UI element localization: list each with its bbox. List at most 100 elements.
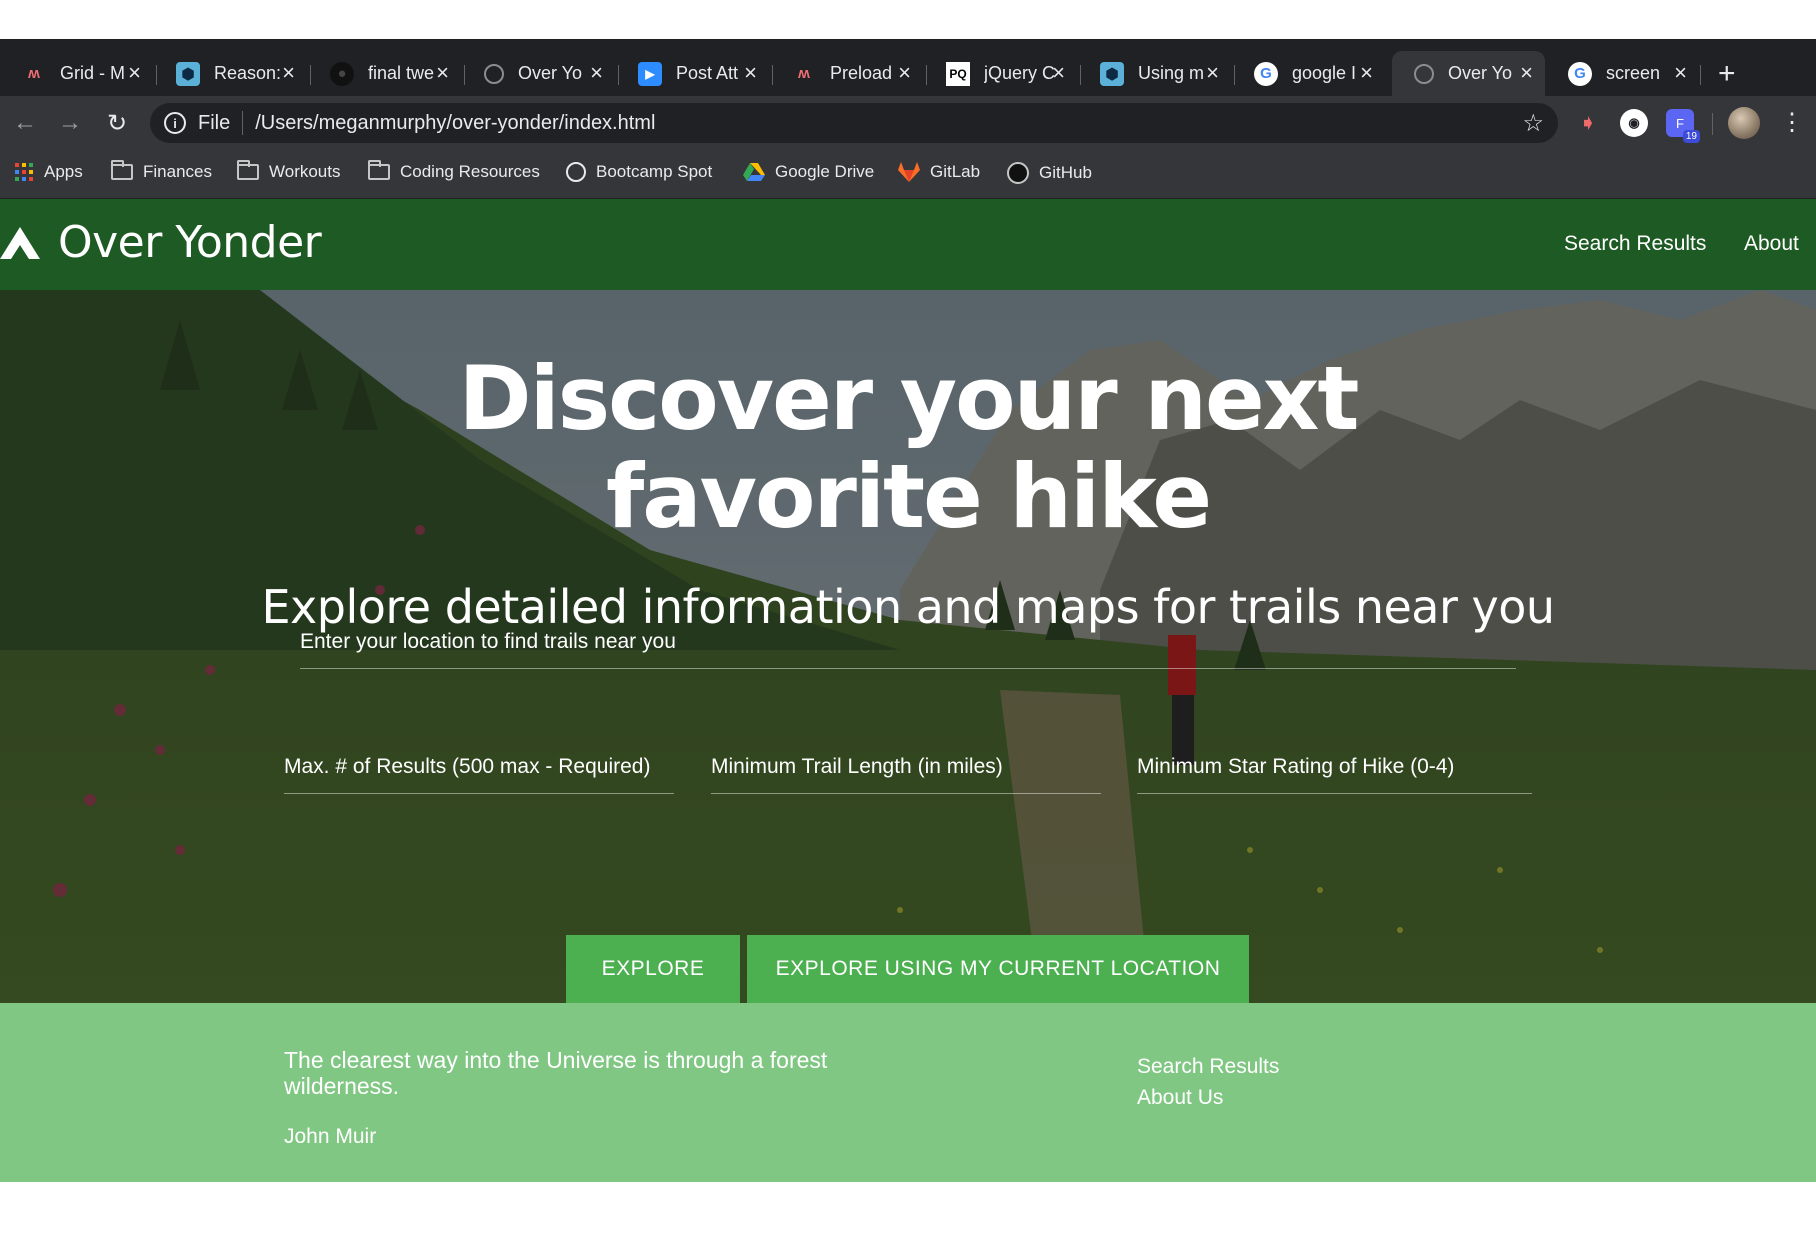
site-navbar: Over Yonder Search Results About <box>0 199 1816 290</box>
tab[interactable]: ● final twe × <box>308 51 461 96</box>
footer-quote-author: John Muir <box>284 1125 377 1148</box>
tab[interactable]: ▶ Post Att × <box>616 51 769 96</box>
web-page: Over Yonder Search Results About Discove… <box>0 199 1816 1182</box>
globe-icon <box>566 162 586 182</box>
new-tab-icon[interactable]: + <box>1718 56 1736 92</box>
info-icon[interactable]: i <box>164 112 186 134</box>
close-icon[interactable]: × <box>436 61 449 85</box>
min-rating-input[interactable]: Minimum Star Rating of Hike (0-4) <box>1137 755 1532 794</box>
hero-title: Discover your next favorite hike <box>458 347 1360 548</box>
github-icon: ● <box>330 61 354 86</box>
site-footer: The clearest way into the Universe is th… <box>0 1003 1816 1182</box>
footer-link-about-us[interactable]: About Us <box>1137 1086 1223 1110</box>
tab-active[interactable]: Over Yo × <box>1392 51 1545 96</box>
explore-current-location-button[interactable]: EXPLORE USING MY CURRENT LOCATION <box>747 935 1249 1003</box>
tab[interactable]: ʍ Grid - M × <box>0 51 153 96</box>
tab[interactable]: PQ jQuery C × <box>924 51 1077 96</box>
max-results-label: Max. # of Results (500 max - Required) <box>284 755 651 778</box>
bootcamp-icon: ⬢ <box>1100 61 1124 86</box>
tab[interactable]: G screen × <box>1546 51 1699 96</box>
address-bar[interactable]: i File /Users/meganmurphy/over-yonder/in… <box>150 103 1558 143</box>
bookmark-label: GitHub <box>1039 163 1092 182</box>
tab[interactable]: ⬢ Reason: × <box>154 51 307 96</box>
bookmark-apps[interactable]: Apps <box>14 162 83 182</box>
min-rating-label: Minimum Star Rating of Hike (0-4) <box>1137 755 1455 778</box>
close-icon[interactable]: × <box>1206 61 1219 85</box>
browser-toolbar: ← → ↻ i File /Users/meganmurphy/over-yon… <box>0 96 1816 150</box>
nav-about[interactable]: About <box>1744 232 1799 256</box>
toolbar-divider <box>1712 113 1713 135</box>
nav-search-results[interactable]: Search Results <box>1564 232 1706 256</box>
tab-title: jQuery C <box>984 63 1054 83</box>
bookmark-github[interactable]: GitHub <box>1007 162 1092 184</box>
extension-count-badge: 19 <box>1682 130 1700 143</box>
materialize-icon: ʍ <box>798 65 810 82</box>
footer-link-search-results[interactable]: Search Results <box>1137 1055 1279 1079</box>
folder-icon <box>368 160 390 180</box>
screencast-extension-icon[interactable]: ➧ <box>1574 109 1602 137</box>
mountain-icon <box>0 226 40 259</box>
address-url[interactable]: /Users/meganmurphy/over-yonder/index.htm… <box>255 112 655 135</box>
bookmarks-bar: Apps Finances Workouts Coding Resources … <box>0 150 1816 199</box>
reload-icon[interactable]: ↻ <box>100 106 134 140</box>
bookmark-gitlab[interactable]: GitLab <box>898 162 980 182</box>
materialize-icon: ʍ <box>28 65 40 82</box>
google-icon: G <box>1568 61 1592 86</box>
hero-subtitle: Explore detailed information and maps fo… <box>261 580 1555 634</box>
close-icon[interactable]: × <box>590 61 603 85</box>
min-length-input[interactable]: Minimum Trail Length (in miles) <box>711 755 1101 794</box>
bookmark-label: Apps <box>44 162 83 181</box>
max-results-input[interactable]: Max. # of Results (500 max - Required) <box>284 755 674 794</box>
extension-circle-icon[interactable]: ◉ <box>1620 109 1648 137</box>
close-icon[interactable]: × <box>128 61 141 85</box>
close-icon[interactable]: × <box>1674 61 1687 85</box>
bookmark-label: Google Drive <box>775 162 875 181</box>
close-icon[interactable]: × <box>744 61 757 85</box>
location-input[interactable]: Enter your location to find trails near … <box>300 630 1516 669</box>
gitlab-icon <box>898 162 920 182</box>
tab[interactable]: Over Yo × <box>462 51 615 96</box>
browser-window: ʍ Grid - M × ⬢ Reason: × ● final twe × O… <box>0 39 1816 199</box>
close-icon[interactable]: × <box>898 61 911 85</box>
github-icon <box>1007 162 1029 184</box>
tab-title: Post Att <box>676 63 739 83</box>
min-length-label: Minimum Trail Length (in miles) <box>711 755 1003 778</box>
tab-title: Over Yo <box>518 63 583 83</box>
folder-icon <box>237 160 259 180</box>
tab-title: Reason: <box>214 63 282 83</box>
bookmark-bootcamp-spot[interactable]: Bootcamp Spot <box>566 162 712 182</box>
tab-title: Preload <box>830 63 893 83</box>
pq-icon: PQ <box>946 61 970 86</box>
address-divider <box>242 111 244 135</box>
tab-separator <box>1700 65 1701 85</box>
tab-title: Over Yo <box>1448 63 1513 83</box>
profile-avatar[interactable] <box>1728 107 1760 139</box>
close-icon[interactable]: × <box>282 61 295 85</box>
bookmark-finances[interactable]: Finances <box>111 160 212 182</box>
tab-strip: ʍ Grid - M × ⬢ Reason: × ● final twe × O… <box>0 39 1816 96</box>
back-icon[interactable]: ← <box>8 106 42 140</box>
tab[interactable]: ⬢ Using m × <box>1078 51 1231 96</box>
bookmark-google-drive[interactable]: Google Drive <box>743 162 874 182</box>
tab[interactable]: G google I × <box>1232 51 1385 96</box>
close-icon[interactable]: × <box>1052 61 1065 85</box>
tab-title: Grid - M <box>60 63 125 83</box>
bookmark-star-icon[interactable]: ☆ <box>1522 109 1544 138</box>
close-icon[interactable]: × <box>1360 61 1373 85</box>
hero-section: Discover your next favorite hike Explore… <box>0 290 1816 1003</box>
more-menu-icon[interactable]: ⋮ <box>1780 108 1804 138</box>
bookmark-workouts[interactable]: Workouts <box>237 160 341 182</box>
google-drive-icon <box>743 162 765 182</box>
forward-icon[interactable]: → <box>53 106 87 140</box>
tab-title: Using m <box>1138 63 1205 83</box>
extension-badge-icon[interactable]: F 19 <box>1666 109 1700 143</box>
bookmark-coding-resources[interactable]: Coding Resources <box>368 160 540 182</box>
explore-button[interactable]: EXPLORE <box>566 935 740 1003</box>
close-icon[interactable]: × <box>1520 61 1533 85</box>
apps-grid-icon <box>14 162 34 182</box>
tab[interactable]: ʍ Preload × <box>770 51 923 96</box>
globe-icon <box>484 63 504 84</box>
site-brand[interactable]: Over Yonder <box>0 217 322 268</box>
google-icon: G <box>1254 61 1278 86</box>
bookmark-label: Finances <box>143 162 212 181</box>
